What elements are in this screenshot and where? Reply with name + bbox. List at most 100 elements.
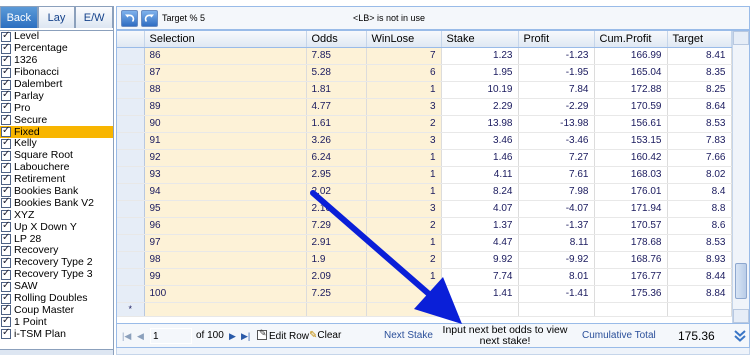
row-header[interactable]: [117, 47, 145, 65]
table-row[interactable]: 89 4.77 3 2.29 -2.29 170.59 8.64: [117, 98, 743, 116]
row-header[interactable]: [117, 115, 145, 133]
row-header[interactable]: [117, 149, 145, 167]
plan-item[interactable]: Fibonacci: [0, 66, 113, 79]
cell-profit[interactable]: -1.41: [518, 285, 595, 303]
cell-profit[interactable]: -4.07: [518, 200, 595, 218]
cell-target[interactable]: 8.53: [667, 234, 732, 252]
cell-selection[interactable]: 87: [144, 64, 307, 82]
new-row[interactable]: *: [117, 302, 743, 317]
table-row[interactable]: 99 2.09 1 7.74 8.01 176.77 8.44: [117, 268, 743, 286]
cell-target[interactable]: 8.6: [667, 217, 732, 235]
cell-stake[interactable]: 1.23: [441, 47, 519, 65]
cell-cum-profit[interactable]: 171.94: [594, 200, 668, 218]
new-row-cell[interactable]: [441, 302, 519, 317]
cell-stake[interactable]: 2.29: [441, 98, 519, 116]
cell-stake[interactable]: 4.11: [441, 166, 519, 184]
cell-cum-profit[interactable]: 170.57: [594, 217, 668, 235]
plan-item[interactable]: Up X Down Y: [0, 220, 113, 233]
plan-checkbox[interactable]: [1, 42, 11, 54]
cell-target[interactable]: 8.02: [667, 166, 732, 184]
cell-winlose[interactable]: 1: [366, 183, 442, 201]
cell-winlose[interactable]: 1: [366, 149, 442, 167]
cell-stake[interactable]: 1.95: [441, 64, 519, 82]
cell-selection[interactable]: 95: [144, 200, 307, 218]
cell-winlose[interactable]: 1: [366, 268, 442, 286]
plan-checkbox[interactable]: [1, 327, 11, 340]
cell-odds[interactable]: 2.16: [306, 200, 367, 218]
cell-winlose[interactable]: 3: [366, 98, 442, 116]
plan-item[interactable]: Fixed: [0, 125, 113, 139]
plan-checkbox[interactable]: [1, 315, 11, 328]
cell-odds[interactable]: 5.28: [306, 64, 367, 82]
cell-target[interactable]: 8.25: [667, 81, 732, 99]
plan-item[interactable]: Recovery Type 2: [0, 256, 113, 269]
cell-target[interactable]: 7.66: [667, 149, 732, 167]
cell-selection[interactable]: 91: [144, 132, 307, 150]
cell-odds[interactable]: 1.81: [306, 81, 367, 99]
cell-target[interactable]: 8.53: [667, 115, 732, 133]
table-row[interactable]: 91 3.26 3 3.46 -3.46 153.15 7.83: [117, 132, 743, 150]
cell-selection[interactable]: 89: [144, 98, 307, 116]
cell-odds[interactable]: 4.77: [306, 98, 367, 116]
plan-item[interactable]: Labouchere: [0, 161, 113, 174]
cell-target[interactable]: 8.4: [667, 183, 732, 201]
scroll-up-button[interactable]: [733, 31, 749, 45]
cell-target[interactable]: 8.84: [667, 285, 732, 303]
cell-profit[interactable]: -1.37: [518, 217, 595, 235]
table-row[interactable]: 88 1.81 1 10.19 7.84 172.88 8.25: [117, 81, 743, 99]
column-header[interactable]: Cum.Profit: [594, 31, 668, 48]
cell-winlose[interactable]: 1: [366, 234, 442, 252]
cell-odds[interactable]: 3.26: [306, 132, 367, 150]
plan-checkbox[interactable]: [1, 220, 11, 233]
cell-winlose[interactable]: 3: [366, 132, 442, 150]
plan-checkbox[interactable]: [1, 149, 11, 161]
plan-item[interactable]: Level: [0, 30, 113, 43]
cell-cum-profit[interactable]: 175.36: [594, 285, 668, 303]
cell-odds[interactable]: 6.24: [306, 149, 367, 167]
plan-checkbox[interactable]: [1, 303, 11, 316]
cell-odds[interactable]: 2.09: [306, 268, 367, 286]
cell-winlose[interactable]: 6: [366, 64, 442, 82]
row-header[interactable]: [117, 166, 145, 184]
cell-cum-profit[interactable]: 160.42: [594, 149, 668, 167]
clear-button[interactable]: ✎Clear: [309, 330, 341, 341]
plan-checkbox[interactable]: [1, 89, 11, 102]
cell-selection[interactable]: 99: [144, 268, 307, 286]
plan-item[interactable]: Square Root: [0, 149, 113, 162]
plan-checkbox[interactable]: [1, 66, 11, 78]
table-row[interactable]: 96 7.29 2 1.37 -1.37 170.57 8.6: [117, 217, 743, 235]
table-row[interactable]: 95 2.16 3 4.07 -4.07 171.94 8.8: [117, 200, 743, 218]
cell-stake[interactable]: 9.92: [441, 251, 519, 269]
cell-cum-profit[interactable]: 168.03: [594, 166, 668, 184]
cell-odds[interactable]: 7.25: [306, 285, 367, 303]
cell-profit[interactable]: 7.61: [518, 166, 595, 184]
cell-odds[interactable]: 2.91: [306, 234, 367, 252]
plan-item[interactable]: SAW: [0, 280, 113, 293]
last-page-icon[interactable]: ▶|: [241, 331, 250, 342]
column-header[interactable]: Odds: [306, 31, 367, 48]
cell-stake[interactable]: 10.19: [441, 81, 519, 99]
cell-profit[interactable]: 7.27: [518, 149, 595, 167]
plan-checkbox[interactable]: [1, 268, 11, 280]
cell-selection[interactable]: 98: [144, 251, 307, 269]
column-header[interactable]: Stake: [441, 31, 519, 48]
cell-selection[interactable]: 90: [144, 115, 307, 133]
row-header[interactable]: [117, 285, 145, 303]
cell-stake[interactable]: 4.47: [441, 234, 519, 252]
cell-selection[interactable]: 100: [144, 285, 307, 303]
first-page-icon[interactable]: |◀: [122, 331, 131, 342]
undo-button[interactable]: [121, 10, 138, 27]
cell-selection[interactable]: 93: [144, 166, 307, 184]
cell-cum-profit[interactable]: 176.77: [594, 268, 668, 286]
row-header[interactable]: [117, 200, 145, 218]
vertical-scrollbar[interactable]: [732, 31, 749, 323]
new-row-cell[interactable]: [144, 302, 307, 317]
plan-item[interactable]: i-TSM Plan: [0, 327, 113, 340]
plan-item[interactable]: 1 Point: [0, 315, 113, 328]
cell-profit[interactable]: -9.92: [518, 251, 595, 269]
plan-item[interactable]: Bookies Bank V2: [0, 196, 113, 209]
row-header[interactable]: [117, 234, 145, 252]
cell-cum-profit[interactable]: 172.88: [594, 81, 668, 99]
cell-stake[interactable]: 3.46: [441, 132, 519, 150]
row-header[interactable]: [117, 251, 145, 269]
